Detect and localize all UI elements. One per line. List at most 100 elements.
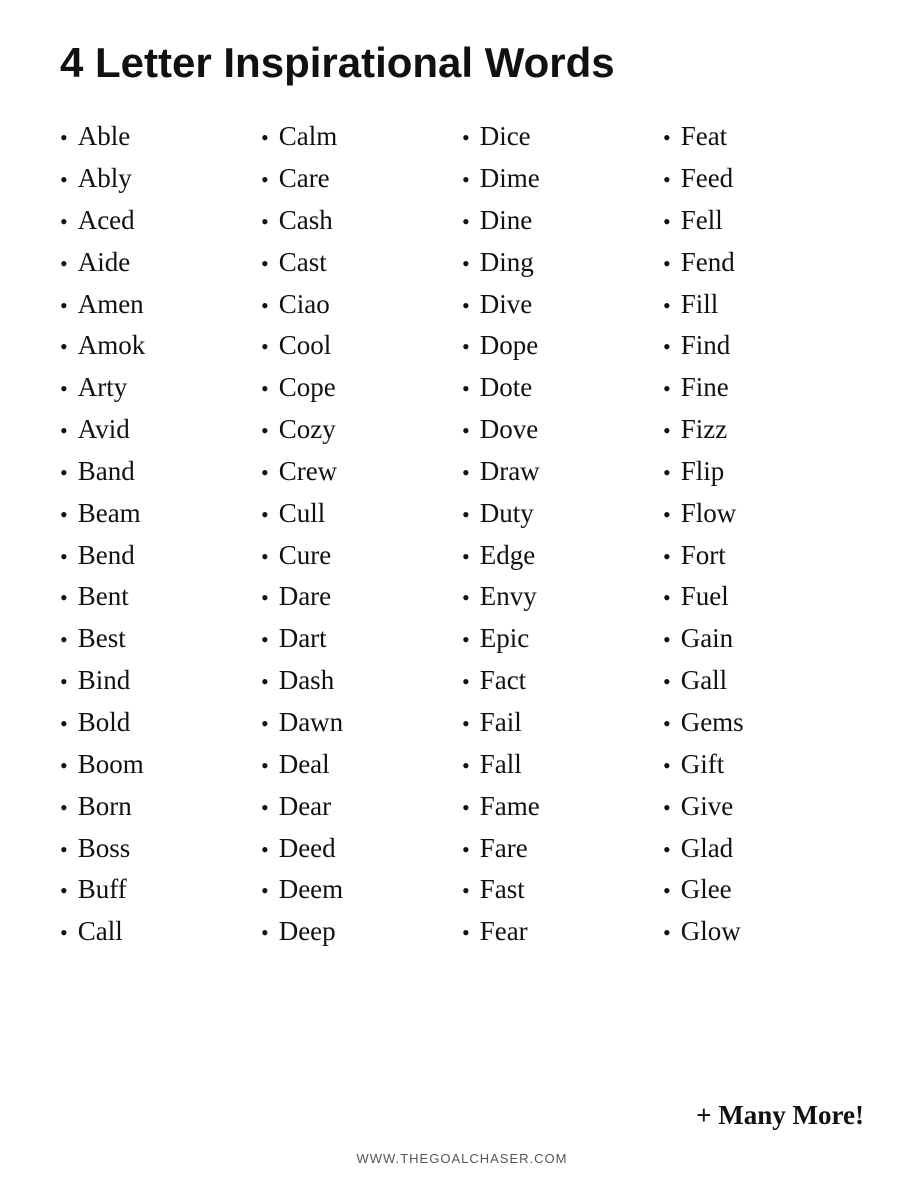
bullet-icon: •	[663, 707, 671, 741]
list-item: •Fame	[462, 786, 663, 828]
list-item: •Best	[60, 618, 261, 660]
column-4: •Feat•Feed•Fell•Fend•Fill•Find•Fine•Fizz…	[663, 116, 864, 1096]
bullet-icon: •	[462, 916, 470, 950]
word-label: Arty	[78, 367, 128, 409]
bullet-icon: •	[663, 623, 671, 657]
column-3: •Dice•Dime•Dine•Ding•Dive•Dope•Dote•Dove…	[462, 116, 663, 1096]
list-item: •Fare	[462, 828, 663, 870]
list-item: •Edge	[462, 535, 663, 577]
bullet-icon: •	[462, 372, 470, 406]
list-item: • Cash	[261, 200, 462, 242]
bullet-icon: •	[663, 121, 671, 155]
word-label: Dear	[279, 786, 331, 828]
bullet-icon: •	[462, 623, 470, 657]
bullet-icon: •	[462, 833, 470, 867]
word-label: Fort	[681, 535, 726, 577]
bullet-icon: •	[261, 916, 269, 950]
bullet-icon: •	[261, 414, 269, 448]
bullet-icon: •	[261, 205, 269, 239]
list-item: •Fuel	[663, 576, 864, 618]
word-label: Avid	[78, 409, 130, 451]
word-label: Fuel	[681, 576, 729, 618]
bullet-icon: •	[60, 623, 68, 657]
list-item: •Fizz	[663, 409, 864, 451]
word-label: Band	[78, 451, 135, 493]
word-label: Gift	[681, 744, 725, 786]
bullet-icon: •	[261, 456, 269, 490]
list-item: •Crew	[261, 451, 462, 493]
word-label: Dawn	[279, 702, 343, 744]
list-item: •Dear	[261, 786, 462, 828]
word-label: Duty	[480, 493, 534, 535]
list-item: •Cull	[261, 493, 462, 535]
list-item: •Dove	[462, 409, 663, 451]
bullet-icon: •	[261, 330, 269, 364]
bullet-icon: •	[60, 916, 68, 950]
list-item: •Boom	[60, 744, 261, 786]
list-item: • Deep	[261, 911, 462, 953]
bullet-icon: •	[60, 791, 68, 825]
word-label: Ding	[480, 242, 534, 284]
word-label: Fine	[681, 367, 729, 409]
list-item: •Duty	[462, 493, 663, 535]
bullet-icon: •	[462, 540, 470, 574]
word-label: Deep	[279, 911, 336, 953]
word-label: Glad	[681, 828, 733, 870]
list-item: •Dime	[462, 158, 663, 200]
list-item: •Boss	[60, 828, 261, 870]
word-label: Deal	[279, 744, 330, 786]
bullet-icon: •	[60, 372, 68, 406]
bullet-icon: •	[462, 749, 470, 783]
word-label: Fail	[480, 702, 522, 744]
list-item: •Dine	[462, 200, 663, 242]
list-item: •Call	[60, 911, 261, 953]
word-label: Ably	[78, 158, 132, 200]
column-2: •Calm•Care•Cash•Cast•Ciao•Cool•Cope•Cozy…	[261, 116, 462, 1096]
word-label: Feat	[681, 116, 728, 158]
list-item: • Arty	[60, 367, 261, 409]
list-item: •Fact	[462, 660, 663, 702]
word-label: Fell	[681, 200, 723, 242]
list-item: •Ding	[462, 242, 663, 284]
list-item: •Gems	[663, 702, 864, 744]
bullet-icon: •	[663, 414, 671, 448]
word-label: Dice	[480, 116, 531, 158]
word-label: Amen	[78, 284, 144, 326]
word-label: Find	[681, 325, 731, 367]
list-item: •Fend	[663, 242, 864, 284]
word-label: Buff	[78, 869, 127, 911]
bullet-icon: •	[60, 121, 68, 155]
list-item: •Cool	[261, 325, 462, 367]
bullet-icon: •	[60, 498, 68, 532]
bullet-icon: •	[663, 540, 671, 574]
list-item: •Aced	[60, 200, 261, 242]
bullet-icon: •	[60, 581, 68, 615]
list-item: •Cure	[261, 535, 462, 577]
word-label: Cash	[279, 200, 333, 242]
list-item: •Dice	[462, 116, 663, 158]
list-item: •Born	[60, 786, 261, 828]
bullet-icon: •	[462, 414, 470, 448]
list-item: •Amen	[60, 284, 261, 326]
word-label: Flow	[681, 493, 737, 535]
bullet-icon: •	[60, 414, 68, 448]
bullet-icon: •	[261, 707, 269, 741]
column-1: •Able•Ably•Aced•Aide•Amen•Amok•Arty•Avid…	[60, 116, 261, 1096]
list-item: • Dare	[261, 576, 462, 618]
bullet-icon: •	[663, 498, 671, 532]
bullet-icon: •	[462, 791, 470, 825]
list-item: •Give	[663, 786, 864, 828]
word-label: Draw	[480, 451, 540, 493]
bullet-icon: •	[261, 581, 269, 615]
word-label: Aced	[78, 200, 135, 242]
word-label: Fend	[681, 242, 735, 284]
word-label: Dart	[279, 618, 327, 660]
bullet-icon: •	[663, 330, 671, 364]
word-label: Dare	[279, 576, 331, 618]
word-label: Deed	[279, 828, 336, 870]
bullet-icon: •	[462, 874, 470, 908]
list-item: •Amok	[60, 325, 261, 367]
bullet-icon: •	[261, 163, 269, 197]
list-item: •Cope	[261, 367, 462, 409]
word-label: Amok	[78, 325, 146, 367]
